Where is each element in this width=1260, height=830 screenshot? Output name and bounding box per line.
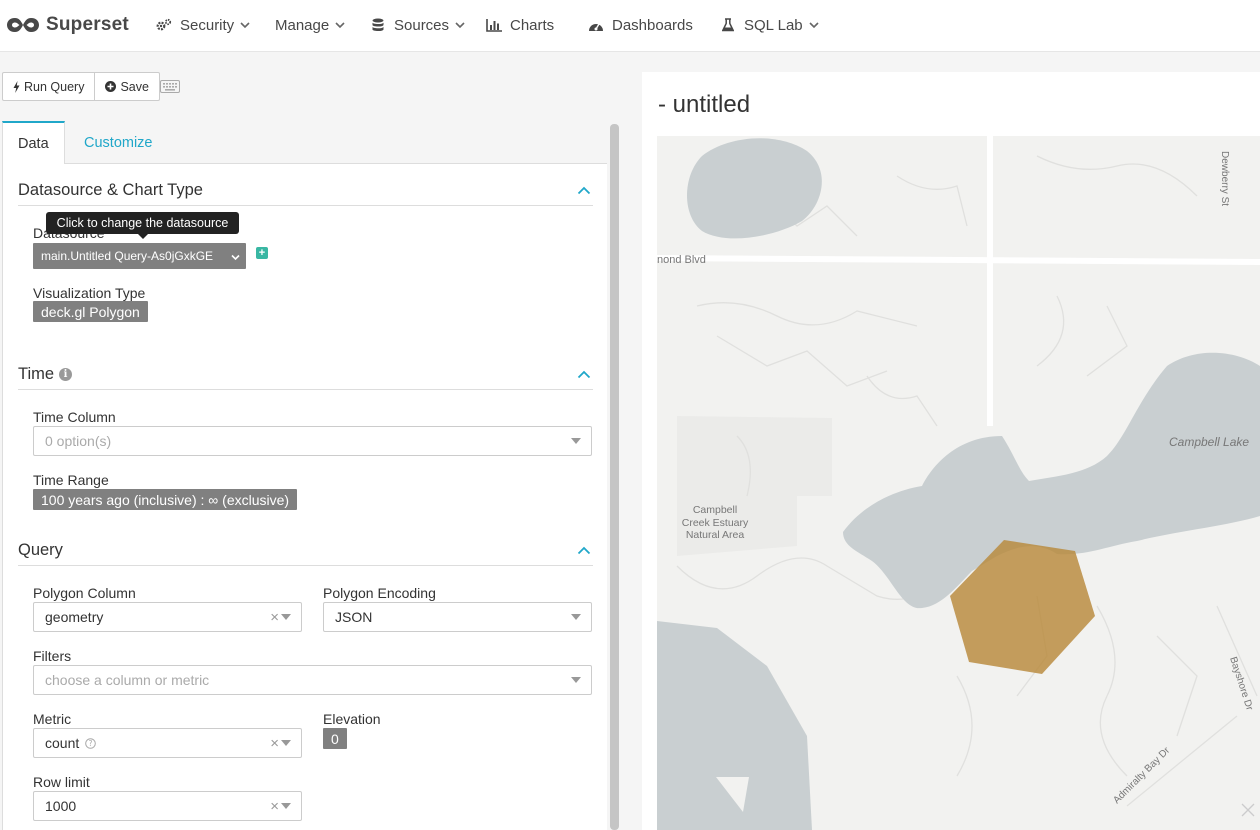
chevron-down-icon	[240, 20, 250, 30]
section-time[interactable]: Time i	[18, 360, 593, 390]
nav-dashboards[interactable]: Dashboards	[588, 14, 693, 36]
bolt-icon	[13, 80, 20, 93]
chevron-down-icon	[455, 20, 465, 30]
map-label-park-1: Campbell	[693, 504, 737, 516]
add-datasource-icon[interactable]: +	[256, 247, 268, 259]
nav-sources[interactable]: Sources	[370, 14, 465, 36]
chart-title[interactable]: - untitled	[658, 91, 750, 119]
bar-chart-icon	[486, 17, 502, 33]
polygon-column-value: geometry	[45, 609, 104, 625]
filters-placeholder: choose a column or metric	[45, 672, 210, 688]
map-canvas: nond Blvd Dewberry St Campbell Lake Camp…	[657, 136, 1260, 830]
filters-label: Filters	[33, 648, 72, 664]
superset-logo-icon	[7, 18, 39, 32]
dropdown-arrow-icon	[571, 677, 581, 683]
nav-security-label: Security	[180, 16, 235, 34]
section-title: Time	[18, 365, 55, 383]
info-icon[interactable]: i	[59, 368, 73, 381]
clear-icon[interactable]: ×	[270, 798, 279, 815]
flask-icon	[720, 17, 736, 33]
run-query-label: Run Query	[24, 79, 85, 94]
metric-select[interactable]: count ? ×	[33, 728, 302, 758]
chevron-up-icon[interactable]	[577, 370, 591, 380]
nav-sources-label: Sources	[394, 16, 450, 34]
chevron-down-icon	[335, 20, 345, 30]
tab-customize[interactable]: Customize	[69, 121, 168, 164]
dropdown-arrow-icon	[571, 614, 581, 620]
chart-panel: - untitled nond Blvd Dewberry St Campbel…	[642, 72, 1260, 830]
chevron-down-icon	[231, 250, 240, 264]
tab-data[interactable]: Data	[2, 121, 65, 165]
map-view[interactable]: nond Blvd Dewberry St Campbell Lake Camp…	[657, 136, 1260, 830]
dropdown-arrow-icon	[281, 803, 291, 809]
gears-icon	[156, 17, 172, 33]
time-range-selector[interactable]: 100 years ago (inclusive) : ∞ (exclusive…	[33, 489, 298, 510]
save-label: Save	[120, 79, 149, 94]
database-icon	[370, 17, 386, 33]
row-limit-select[interactable]: 1000 ×	[33, 791, 302, 821]
datasource-tooltip: Click to change the datasource	[46, 212, 239, 239]
dropdown-arrow-icon	[281, 740, 291, 746]
nav-dashboards-label: Dashboards	[612, 16, 693, 34]
top-navbar: Superset Security Manage Sources Charts …	[0, 0, 1260, 52]
brand-name: Superset	[46, 14, 129, 35]
nav-charts-label: Charts	[510, 16, 555, 34]
nav-manage[interactable]: Manage	[275, 14, 345, 36]
section-query[interactable]: Query	[18, 536, 593, 566]
svg-text:?: ?	[89, 739, 93, 748]
chevron-down-icon	[809, 20, 819, 30]
datasource-value: main.Untitled Query-As0jGxkGE	[41, 249, 214, 263]
nav-sql-lab[interactable]: SQL Lab	[720, 14, 819, 36]
filters-select[interactable]: choose a column or metric	[33, 665, 592, 695]
datasource-select[interactable]: main.Untitled Query-As0jGxkGE	[33, 243, 246, 269]
section-datasource-chart-type[interactable]: Datasource & Chart Type	[18, 176, 593, 206]
polygon-column-label: Polygon Column	[33, 585, 136, 601]
nav-charts[interactable]: Charts	[486, 14, 554, 36]
time-range-label: Time Range	[33, 472, 109, 488]
save-button[interactable]: Save	[95, 72, 160, 101]
dashboard-icon	[588, 17, 604, 33]
section-title: Query	[18, 541, 63, 559]
map-label-park-2: Creek Estuary	[682, 517, 749, 529]
polygon-encoding-select[interactable]: JSON	[323, 602, 592, 632]
metric-value: count	[45, 735, 80, 751]
map-label-park-3: Natural Area	[686, 529, 745, 541]
clear-icon[interactable]: ×	[270, 735, 279, 752]
dropdown-arrow-icon	[281, 614, 291, 620]
polygon-column-select[interactable]: geometry ×	[33, 602, 302, 632]
metric-label: Metric	[33, 711, 72, 727]
row-limit-label: Row limit	[33, 774, 90, 790]
row-limit-value: 1000	[45, 798, 77, 814]
time-column-select[interactable]: 0 option(s)	[33, 426, 592, 456]
nav-manage-label: Manage	[275, 16, 330, 34]
viz-type-selector[interactable]: deck.gl Polygon	[33, 301, 148, 322]
chevron-up-icon[interactable]	[577, 186, 591, 196]
elevation-value[interactable]: 0	[323, 728, 347, 749]
nav-sql-lab-label: SQL Lab	[744, 16, 803, 34]
map-label-street1: Dewberry St	[1219, 151, 1230, 206]
nav-security[interactable]: Security	[156, 14, 250, 36]
question-circle-icon[interactable]: ?	[85, 737, 97, 749]
section-title: Datasource & Chart Type	[18, 181, 203, 199]
control-panel-tabs: Data Customize	[2, 121, 607, 165]
polygon-encoding-value: JSON	[335, 609, 373, 625]
polygon-encoding-label: Polygon Encoding	[323, 585, 436, 601]
dropdown-arrow-icon	[571, 438, 581, 444]
brand-logo[interactable]: Superset	[6, 10, 129, 40]
scrollbar[interactable]	[610, 124, 619, 830]
elevation-label: Elevation	[323, 711, 381, 727]
chevron-up-icon[interactable]	[577, 546, 591, 556]
time-column-label: Time Column	[33, 409, 116, 425]
keyboard-shortcuts-icon[interactable]	[160, 80, 180, 96]
control-panel: Datasource & Chart Type Datasource Click…	[2, 164, 607, 830]
run-query-button[interactable]: Run Query	[2, 72, 96, 101]
plus-circle-icon	[105, 81, 117, 92]
clear-icon[interactable]: ×	[270, 609, 279, 626]
map-label-road1: nond Blvd	[657, 254, 706, 266]
time-column-placeholder: 0 option(s)	[45, 433, 112, 449]
query-toolbar: Run Query Save	[2, 72, 160, 101]
map-label-lake: Campbell Lake	[1169, 435, 1249, 449]
viz-type-label: Visualization Type	[33, 285, 146, 301]
